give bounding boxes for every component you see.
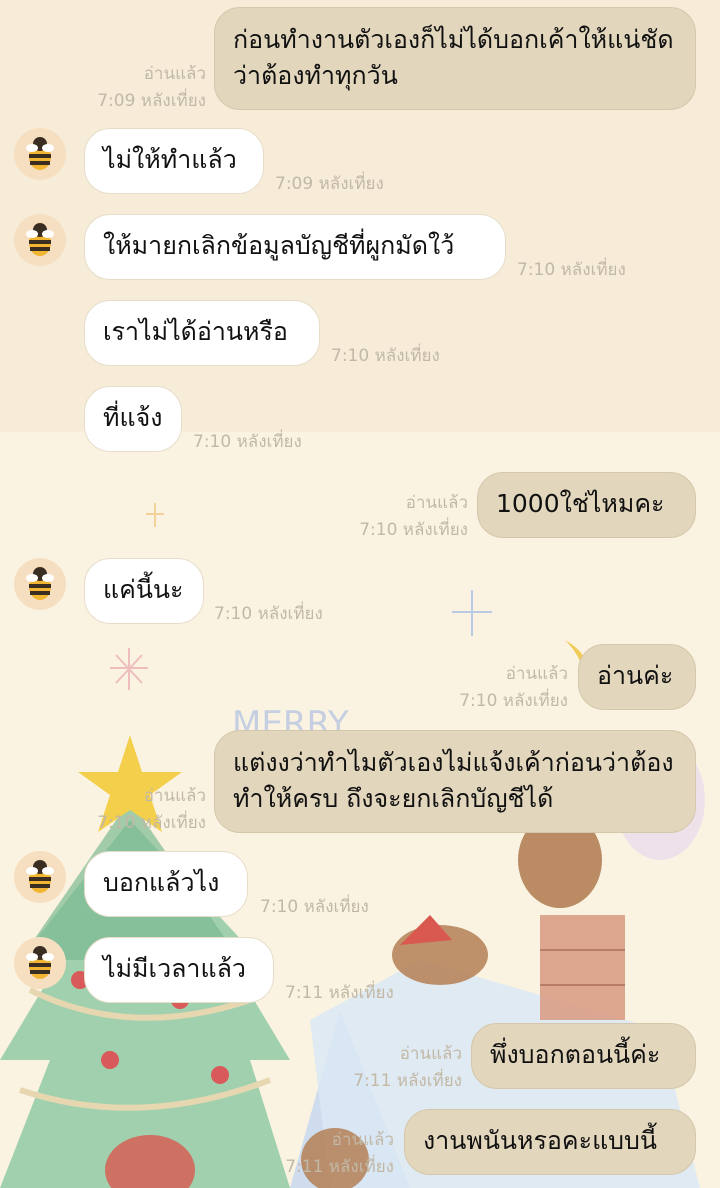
message-bubble-in[interactable]: เราไม่ได้อ่านหรือ <box>84 300 320 366</box>
message-text: อ่านค่ะ <box>597 661 674 690</box>
message-time: 7:10 หลังเที่ยง <box>214 604 323 624</box>
message-meta: อ่านแล้ว 7:09 หลังเที่ยง <box>60 60 206 114</box>
message-text: บอกแล้วไง <box>103 868 220 897</box>
message-bubble-out[interactable]: งานพนันหรอคะแบบนี้ <box>404 1109 696 1175</box>
message-bubble-in[interactable]: ไม่ให้ทำแล้ว <box>84 128 264 194</box>
message-text: พึ่งบอกตอนนี้ค่ะ <box>490 1040 661 1069</box>
message-meta: อ่านแล้ว 7:10 หลังเที่ยง <box>320 489 468 543</box>
read-receipt: อ่านแล้ว <box>405 493 468 513</box>
bee-icon <box>26 946 54 979</box>
contact-avatar[interactable] <box>14 851 66 903</box>
message-text: เราไม่ได้อ่านหรือ <box>103 317 288 346</box>
message-bubble-out[interactable]: ก่อนทำงานตัวเองก็ไม่ได้บอกเค้าให้แน่ชัดว… <box>214 7 696 110</box>
message-time: 7:11 หลังเที่ยง <box>285 1157 394 1177</box>
message-text: ไม่ให้ทำแล้ว <box>103 145 237 174</box>
message-meta: อ่านแล้ว 7:10 หลังเที่ยง <box>60 782 206 836</box>
message-text: ไม่มีเวลาแล้ว <box>103 954 246 983</box>
contact-avatar[interactable] <box>14 128 66 180</box>
message-text: แค่นี้นะ <box>103 575 184 604</box>
contact-avatar[interactable] <box>14 937 66 989</box>
message-meta: อ่านแล้ว 7:10 หลังเที่ยง <box>420 660 568 714</box>
message-time: 7:10 หลังเที่ยง <box>193 432 302 452</box>
bee-icon <box>26 860 54 893</box>
message-bubble-in[interactable]: แค่นี้นะ <box>84 558 204 624</box>
message-text: แต่งงว่าทำไมตัวเองไม่แจ้งเค้าก่อนว่าต้อง… <box>233 748 674 813</box>
message-time: 7:10 หลังเที่ยง <box>359 520 468 540</box>
contact-avatar[interactable] <box>14 558 66 610</box>
message-bubble-out[interactable]: 1000ใช่ไหมคะ <box>477 472 696 538</box>
message-time: 7:09 หลังเที่ยง <box>275 174 384 194</box>
message-bubble-in[interactable]: บอกแล้วไง <box>84 851 248 917</box>
message-text: ให้มายกเลิกข้อมูลบัญชีที่ผูกมัดใว้ <box>103 231 455 260</box>
read-receipt: อ่านแล้ว <box>331 1130 394 1150</box>
message-time: 7:10 หลังเที่ยง <box>260 897 369 917</box>
bee-icon <box>26 567 54 600</box>
message-bubble-in[interactable]: ที่แจ้ง <box>84 386 182 452</box>
read-receipt: อ่านแล้ว <box>143 64 206 84</box>
message-time: 7:10 หลังเที่ยง <box>517 260 626 280</box>
message-bubble-out[interactable]: อ่านค่ะ <box>578 644 696 710</box>
message-bubble-out[interactable]: แต่งงว่าทำไมตัวเองไม่แจ้งเค้าก่อนว่าต้อง… <box>214 730 696 833</box>
bee-icon <box>26 137 54 170</box>
message-bubble-in[interactable]: ไม่มีเวลาแล้ว <box>84 937 274 1003</box>
bee-icon <box>26 223 54 256</box>
read-receipt: อ่านแล้ว <box>399 1044 462 1064</box>
message-time: 7:10 หลังเที่ยง <box>331 346 440 366</box>
message-meta: อ่านแล้ว 7:11 หลังเที่ยง <box>246 1126 394 1180</box>
message-text: 1000ใช่ไหมคะ <box>496 489 665 518</box>
message-time: 7:10 หลังเที่ยง <box>459 691 568 711</box>
message-text: ที่แจ้ง <box>103 403 163 432</box>
read-receipt: อ่านแล้ว <box>143 786 206 806</box>
message-meta: อ่านแล้ว 7:11 หลังเที่ยง <box>314 1040 462 1094</box>
message-text: ก่อนทำงานตัวเองก็ไม่ได้บอกเค้าให้แน่ชัดว… <box>233 25 674 90</box>
message-text: งานพนันหรอคะแบบนี้ <box>423 1126 658 1155</box>
read-receipt: อ่านแล้ว <box>505 664 568 684</box>
contact-avatar[interactable] <box>14 214 66 266</box>
message-time: 7:11 หลังเที่ยง <box>353 1071 462 1091</box>
message-time: 7:11 หลังเที่ยง <box>285 983 394 1003</box>
message-bubble-in[interactable]: ให้มายกเลิกข้อมูลบัญชีที่ผูกมัดใว้ <box>84 214 506 280</box>
message-time: 7:10 หลังเที่ยง <box>97 813 206 833</box>
message-bubble-out[interactable]: พึ่งบอกตอนนี้ค่ะ <box>471 1023 696 1089</box>
message-time: 7:09 หลังเที่ยง <box>97 91 206 111</box>
